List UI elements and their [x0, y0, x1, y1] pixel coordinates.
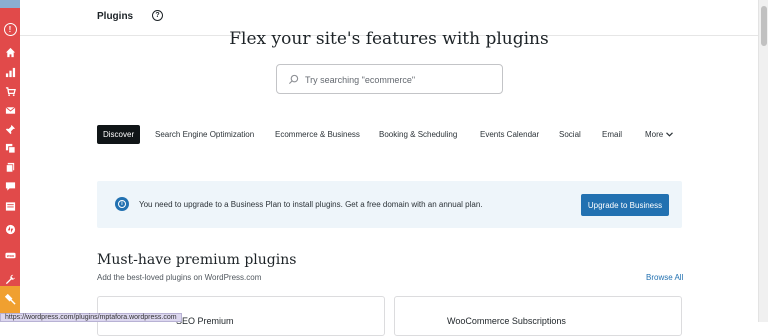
woo-icon[interactable]: woo: [3, 248, 17, 262]
vertical-scrollbar[interactable]: [758, 0, 768, 322]
tab-more-label: More: [645, 130, 664, 139]
home-icon[interactable]: [3, 45, 17, 59]
plugins-icon[interactable]: [3, 292, 17, 306]
tab-search-engine-optimization[interactable]: Search Engine Optimization: [155, 125, 254, 144]
status-bar-url: https://wordpress.com/plugins/mptafora.w…: [0, 313, 182, 322]
cart-icon[interactable]: [3, 84, 17, 98]
tab-booking-scheduling[interactable]: Booking & Scheduling: [379, 125, 457, 144]
tab-ecommerce-business[interactable]: Ecommerce & Business: [275, 125, 360, 144]
pin-icon[interactable]: [3, 122, 17, 136]
plugin-card-title[interactable]: SEO Premium: [176, 316, 234, 326]
comments-icon[interactable]: [3, 179, 17, 193]
section-subtitle: Add the best-loved plugins on WordPress.…: [97, 273, 262, 282]
tab-email[interactable]: Email: [602, 125, 622, 144]
upgrade-to-business-button[interactable]: Upgrade to Business: [581, 194, 669, 216]
browse-all-link[interactable]: Browse All: [646, 273, 683, 282]
media-icon[interactable]: [3, 141, 17, 155]
site-logo[interactable]: [0, 0, 20, 8]
search-input[interactable]: [305, 71, 495, 89]
scrollbar-thumb[interactable]: [761, 6, 767, 46]
tab-events-calendar[interactable]: Events Calendar: [480, 125, 539, 144]
chevron-down-icon: [666, 125, 674, 144]
tab-social[interactable]: Social: [559, 125, 581, 144]
feedback-icon[interactable]: [3, 199, 17, 213]
info-circle-icon: i: [115, 197, 129, 211]
info-icon[interactable]: !: [3, 23, 17, 36]
plugin-card[interactable]: WooCommerce Subscriptions: [394, 296, 682, 336]
tools-icon[interactable]: [3, 272, 17, 286]
upgrade-notice: i You need to upgrade to a Business Plan…: [97, 181, 682, 228]
admin-sidebar: ! woo: [0, 0, 20, 322]
section-title: Must-have premium plugins: [97, 252, 297, 268]
search-icon: [288, 74, 299, 85]
page-title: Plugins: [97, 11, 134, 22]
hero-title: Flex your site's features with plugins: [229, 29, 549, 49]
tab-more[interactable]: More: [645, 125, 674, 144]
jetpack-icon[interactable]: [3, 222, 17, 236]
plugin-search-box[interactable]: [276, 64, 503, 94]
pages-icon[interactable]: [3, 160, 17, 174]
plugin-card-title[interactable]: WooCommerce Subscriptions: [447, 316, 566, 326]
mail-icon[interactable]: [3, 103, 17, 117]
help-circle-icon[interactable]: ?: [152, 10, 163, 21]
tab-discover[interactable]: Discover: [97, 125, 141, 144]
stats-icon[interactable]: [3, 65, 17, 79]
svg-text:woo: woo: [5, 253, 14, 257]
upgrade-notice-text: You need to upgrade to a Business Plan t…: [139, 200, 483, 209]
